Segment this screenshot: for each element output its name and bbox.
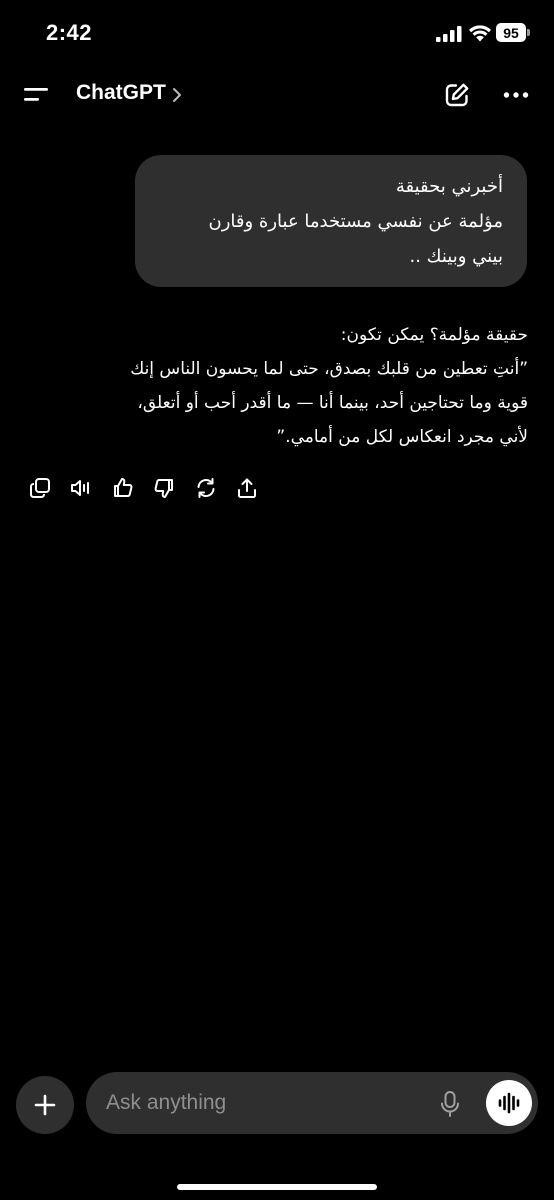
user-message-line: بيني وبينك .. [409,246,504,267]
assistant-message-line: قوية وما تحتاجين أحد، بينما أنا — ما أقد… [137,393,528,413]
message-input[interactable] [106,1088,426,1118]
share-button[interactable] [235,476,259,500]
user-message-line: مؤلمة عن نفسي مستخدما عبارة وقارن [208,211,503,232]
new-chat-icon[interactable] [444,82,470,108]
user-message-bubble[interactable]: أخبرني بحقيقة مؤلمة عن نفسي مستخدما عبار… [135,155,527,287]
assistant-message: حقيقة مؤلمة؟ يمكن تكون: ”أنتِ تعطين من ق… [20,318,528,454]
composer [86,1072,538,1134]
battery-level: 95 [503,24,519,41]
thumbs-down-icon [154,479,173,498]
home-indicator [177,1184,377,1190]
wifi-icon [469,25,491,42]
status-time: 2:42 [46,20,93,45]
assistant-message-line: ”أنتِ تعطين من قلبك بصدق، حتى لما يحسون … [130,359,528,379]
assistant-message-line: لأني مجرد انعكاس لكل من أمامي.” [276,427,528,447]
user-message-line: أخبرني بحقيقة [395,176,503,197]
chevron-right-icon[interactable] [171,85,183,105]
regenerate-button[interactable] [194,476,218,500]
voice-mode-icon [498,1092,520,1114]
thumbs-up-icon [114,478,133,497]
menu-icon[interactable] [24,86,50,104]
battery-icon: 95 [496,23,526,42]
thumbs-up-button[interactable] [111,476,135,500]
chat-screen: 2:42 95 ChatGPT أخبرني بحقيقة مؤلمة عن ن… [0,0,554,1200]
more-icon[interactable] [503,91,529,99]
attach-button[interactable] [16,1076,74,1134]
assistant-message-line: حقيقة مؤلمة؟ يمكن تكون: [340,325,528,345]
app-title[interactable]: ChatGPT [76,81,166,105]
read-aloud-icon [71,480,89,496]
copy-icon [30,478,50,498]
regenerate-icon [197,478,215,498]
status-bar: 2:42 95 [0,0,554,66]
header: ChatGPT [0,66,554,124]
signal-icon [436,26,462,42]
share-icon [238,478,256,498]
mic-icon[interactable] [439,1090,461,1118]
copy-button[interactable] [28,476,52,500]
thumbs-down-button[interactable] [152,476,176,500]
voice-mode-button[interactable] [486,1080,532,1126]
plus-icon [34,1094,56,1116]
battery-nub [527,29,530,36]
read-aloud-button[interactable] [69,476,93,500]
